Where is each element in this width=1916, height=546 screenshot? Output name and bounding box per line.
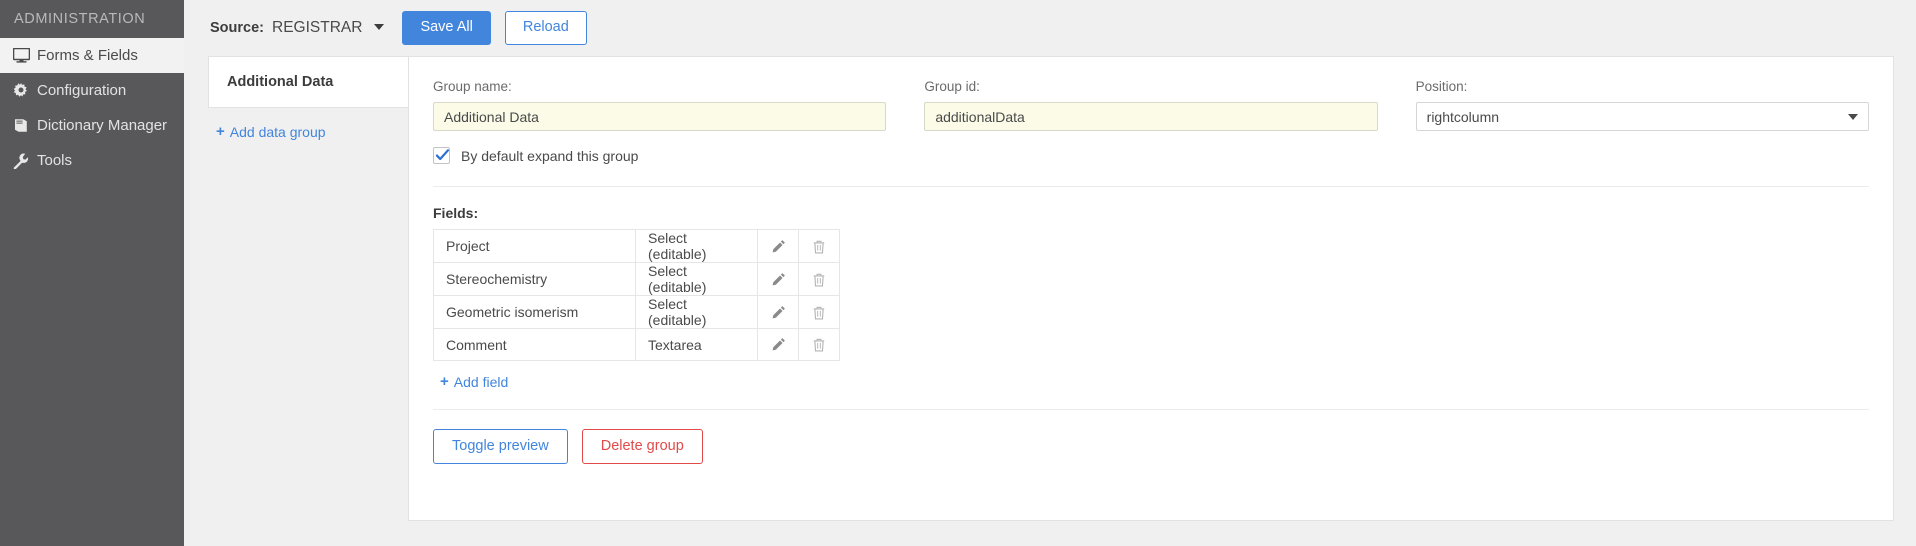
toolbar: Source: REGISTRAR Save All Reload xyxy=(184,0,1916,56)
trash-icon[interactable] xyxy=(811,264,827,294)
pencil-icon[interactable] xyxy=(770,264,786,294)
table-row[interactable]: Project Select (editable) xyxy=(434,230,840,263)
bottom-actions: Toggle preview Delete group xyxy=(433,429,1869,464)
group-name-input[interactable] xyxy=(433,102,886,131)
delete-field-button[interactable] xyxy=(799,230,840,263)
table-row[interactable]: Geometric isomerism Select (editable) xyxy=(434,296,840,329)
group-name-label: Group name: xyxy=(433,79,886,94)
group-properties-row: Group name: Group id: Position: xyxy=(433,79,1869,131)
group-id-field: Group id: xyxy=(924,79,1377,131)
field-name-cell: Comment xyxy=(434,329,636,361)
reload-button[interactable]: Reload xyxy=(505,11,587,44)
save-all-button[interactable]: Save All xyxy=(402,11,490,44)
source-label: Source: xyxy=(210,20,264,36)
plus-icon: + xyxy=(216,123,225,140)
expand-group-checkbox[interactable] xyxy=(433,147,450,164)
main-content: Source: REGISTRAR Save All Reload Additi… xyxy=(184,0,1916,546)
delete-field-button[interactable] xyxy=(799,296,840,329)
field-type-cell: Select (editable) xyxy=(636,263,758,296)
field-name-cell: Project xyxy=(434,230,636,263)
gear-icon xyxy=(13,83,37,99)
sidebar-item-label: Dictionary Manager xyxy=(37,117,167,134)
section-divider xyxy=(433,186,1869,187)
expand-group-checkbox-row: By default expand this group xyxy=(433,147,1869,164)
pencil-icon[interactable] xyxy=(770,330,786,360)
edit-field-button[interactable] xyxy=(758,230,799,263)
sidebar-item-label: Configuration xyxy=(37,82,126,99)
data-group-tabs: Additional Data + Add data group xyxy=(208,56,408,140)
sidebar: ADMINISTRATION Forms & Fields Configurat… xyxy=(0,0,184,546)
chevron-down-icon[interactable] xyxy=(374,24,384,30)
check-icon xyxy=(435,148,450,163)
table-row[interactable]: Stereochemistry Select (editable) xyxy=(434,263,840,296)
app-root: ADMINISTRATION Forms & Fields Configurat… xyxy=(0,0,1916,546)
pencil-icon[interactable] xyxy=(770,231,786,261)
group-id-input[interactable] xyxy=(924,102,1377,131)
toggle-preview-button[interactable]: Toggle preview xyxy=(433,429,568,464)
sidebar-item-tools[interactable]: Tools xyxy=(0,143,184,178)
sidebar-item-label: Tools xyxy=(37,152,72,169)
delete-field-button[interactable] xyxy=(799,329,840,361)
sidebar-item-dictionary-manager[interactable]: Dictionary Manager xyxy=(0,108,184,143)
add-data-group-label: Add data group xyxy=(230,124,326,140)
edit-field-button[interactable] xyxy=(758,329,799,361)
trash-icon[interactable] xyxy=(811,297,827,327)
monitor-icon xyxy=(13,48,37,63)
position-field: Position: xyxy=(1416,79,1869,131)
body-area: Additional Data + Add data group Group n… xyxy=(184,56,1916,521)
table-row[interactable]: Comment Textarea xyxy=(434,329,840,361)
pencil-icon[interactable] xyxy=(770,297,786,327)
group-name-field: Group name: xyxy=(433,79,886,131)
fields-table: Project Select (editable) xyxy=(433,229,840,361)
field-type-cell: Textarea xyxy=(636,329,758,361)
book-icon xyxy=(13,118,37,133)
sidebar-item-configuration[interactable]: Configuration xyxy=(0,73,184,108)
edit-field-button[interactable] xyxy=(758,296,799,329)
source-selector[interactable]: Source: REGISTRAR xyxy=(210,19,384,37)
field-name-cell: Geometric isomerism xyxy=(434,296,636,329)
source-value: REGISTRAR xyxy=(272,19,362,37)
field-type-cell: Select (editable) xyxy=(636,230,758,263)
delete-group-button[interactable]: Delete group xyxy=(582,429,703,464)
field-type-cell: Select (editable) xyxy=(636,296,758,329)
position-label: Position: xyxy=(1416,79,1869,94)
trash-icon[interactable] xyxy=(811,231,827,261)
sidebar-item-label: Forms & Fields xyxy=(37,47,138,64)
plus-icon: + xyxy=(440,373,449,390)
delete-field-button[interactable] xyxy=(799,263,840,296)
edit-field-button[interactable] xyxy=(758,263,799,296)
expand-group-checkbox-label: By default expand this group xyxy=(461,148,638,164)
add-field-link[interactable]: + Add field xyxy=(440,373,508,390)
wrench-icon xyxy=(13,153,37,169)
fields-heading: Fields: xyxy=(433,205,1869,221)
sidebar-title: ADMINISTRATION xyxy=(0,0,184,38)
add-data-group-link[interactable]: + Add data group xyxy=(208,123,408,140)
field-name-cell: Stereochemistry xyxy=(434,263,636,296)
trash-icon[interactable] xyxy=(811,330,827,360)
group-id-label: Group id: xyxy=(924,79,1377,94)
bottom-divider xyxy=(433,409,1869,410)
group-editor-card: Group name: Group id: Position: xyxy=(408,56,1894,521)
add-field-label: Add field xyxy=(454,374,508,390)
position-select[interactable] xyxy=(1416,102,1869,131)
tab-additional-data[interactable]: Additional Data xyxy=(208,56,408,108)
sidebar-item-forms-fields[interactable]: Forms & Fields xyxy=(0,38,184,73)
